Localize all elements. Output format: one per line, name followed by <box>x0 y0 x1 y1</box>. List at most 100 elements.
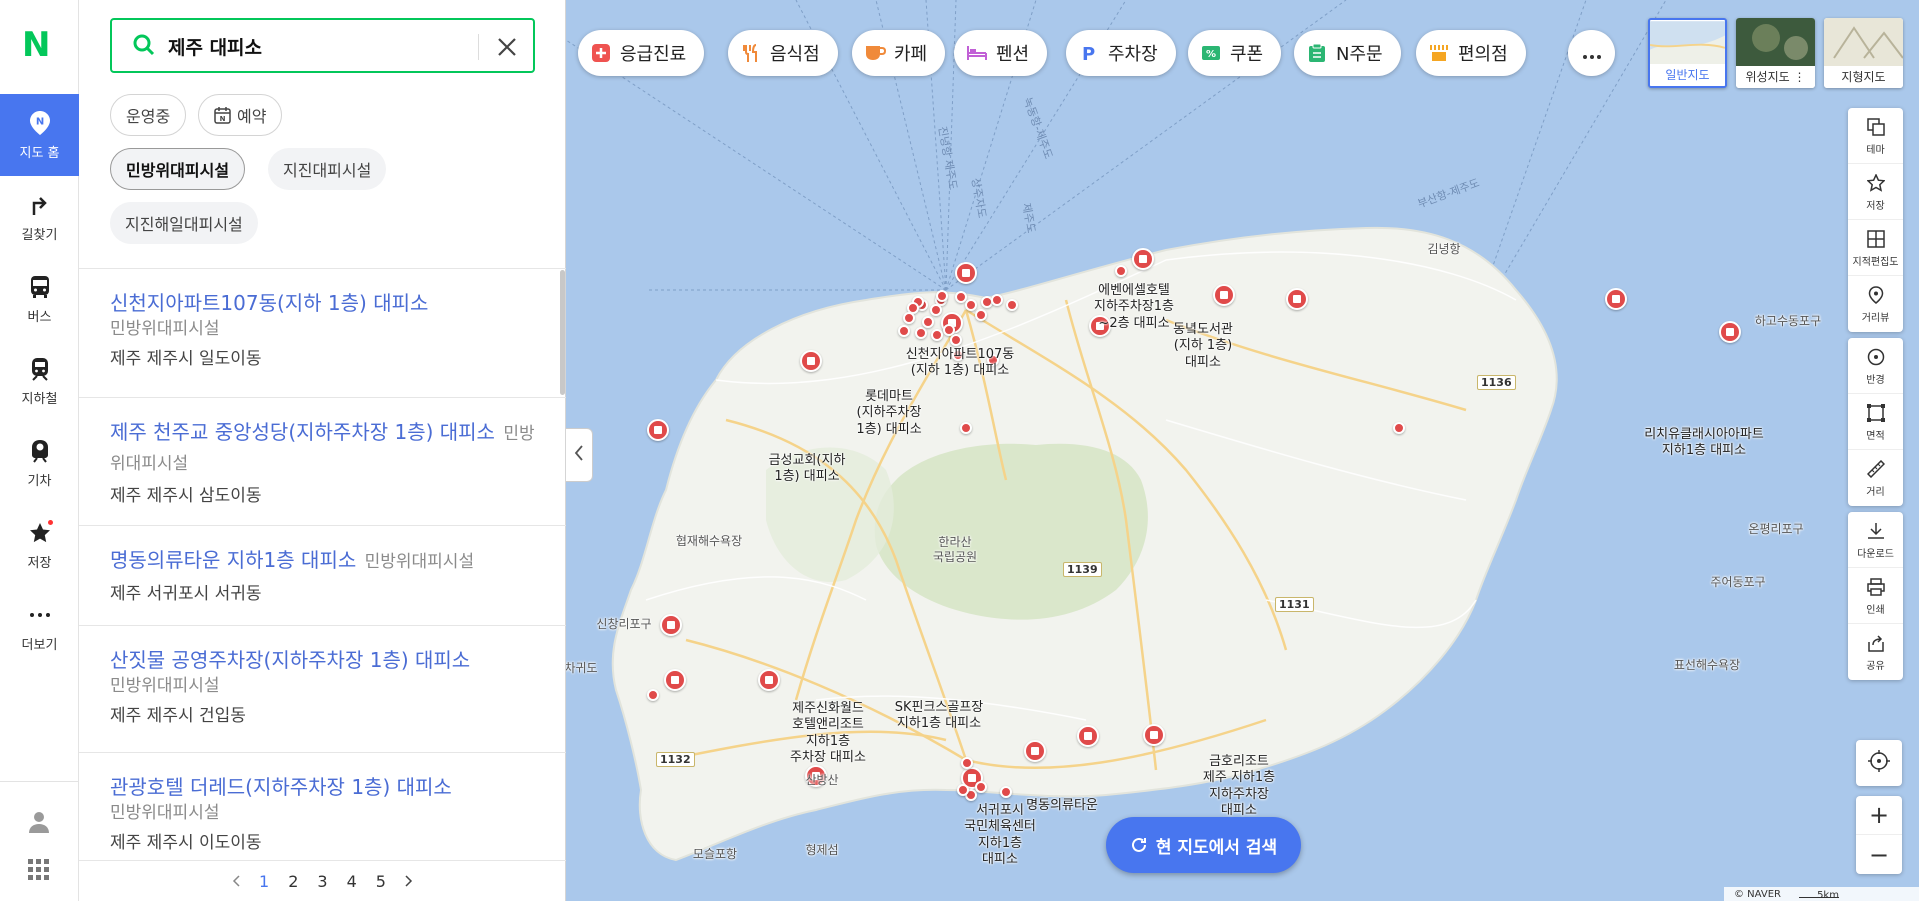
result-name[interactable]: 명동의류타운 지하1층 대피소 <box>110 548 356 572</box>
maptype-satellite[interactable]: 위성지도 ⋮ <box>1736 18 1815 88</box>
nav-item-more[interactable]: 더보기 <box>0 586 79 668</box>
nav-item-bus[interactable]: 버스 <box>0 258 79 340</box>
shelter-marker[interactable] <box>647 419 669 441</box>
clear-search-icon[interactable] <box>492 32 522 62</box>
shelter-marker-small[interactable] <box>961 757 973 769</box>
shelter-marker[interactable] <box>1077 725 1099 747</box>
page-link-5[interactable]: 5 <box>376 872 386 891</box>
page-link-3[interactable]: 3 <box>317 872 327 891</box>
shelter-marker[interactable] <box>1143 724 1165 746</box>
filter-tsunami-chip[interactable]: 지진해일대피시설 <box>110 202 258 244</box>
map-canvas[interactable] <box>566 0 1919 901</box>
result-name[interactable]: 신천지아파트107동(지하 1층) 대피소 <box>110 289 535 317</box>
category-coupon-button[interactable]: % 쿠폰 <box>1188 30 1282 76</box>
shelter-marker[interactable] <box>1089 315 1111 337</box>
shelter-marker-small[interactable] <box>1000 786 1012 798</box>
next-page-icon[interactable] <box>405 872 413 891</box>
shelter-marker-small[interactable] <box>922 316 934 328</box>
shelter-marker[interactable] <box>1024 740 1046 762</box>
result-name[interactable]: 관광호텔 더레드(지하주차장 1층) 대피소 <box>110 773 535 801</box>
share-tool[interactable]: 공유 <box>1848 624 1903 680</box>
filter-open-now-chip[interactable]: 운영중 <box>110 94 187 136</box>
shelter-marker[interactable] <box>664 669 686 691</box>
category-pension-button[interactable]: 펜션 <box>954 30 1048 76</box>
results-scrollbar[interactable] <box>560 270 565 395</box>
result-item[interactable]: 명동의류타운 지하1층 대피소 민방위대피시설 제주 서귀포시 서귀동 <box>79 526 566 626</box>
map-view[interactable]: 응급진료 음식점 카페 펜션 P 주차장 % 쿠폰 N주문 편의점 일반지도 위… <box>566 0 1919 901</box>
category-parking-button[interactable]: P 주차장 <box>1066 30 1176 76</box>
shelter-marker[interactable] <box>805 765 827 787</box>
result-item[interactable]: 산짓물 공영주차장(지하주차장 1층) 대피소 민방위대피시설 제주 제주시 건… <box>79 626 566 753</box>
nav-item-subway[interactable]: 지하철 <box>0 340 79 422</box>
save-tool[interactable]: 저장 <box>1848 164 1903 220</box>
result-item[interactable]: 제주 천주교 중앙성당(지하주차장 1층) 대피소 민방위대피시설 제주 제주시… <box>79 398 566 526</box>
area-tool[interactable]: 면적 <box>1848 394 1903 450</box>
print-tool[interactable]: 인쇄 <box>1848 568 1903 624</box>
shelter-marker-small[interactable] <box>965 299 977 311</box>
shelter-marker[interactable] <box>1605 288 1627 310</box>
shelter-marker[interactable] <box>1213 284 1235 306</box>
shelter-marker-small[interactable] <box>1393 422 1405 434</box>
zoom-out-button[interactable]: − <box>1856 835 1902 874</box>
maptype-normal[interactable]: 일반지도 <box>1648 18 1727 88</box>
shelter-marker[interactable] <box>1286 288 1308 310</box>
current-location-button[interactable] <box>1856 740 1902 786</box>
radius-tool[interactable]: 반경 <box>1848 338 1903 394</box>
shelter-marker[interactable] <box>955 262 977 284</box>
download-tool[interactable]: 다운로드 <box>1848 512 1903 568</box>
streetview-tool[interactable]: 거리뷰 <box>1848 276 1903 332</box>
shelter-marker-small[interactable] <box>960 422 972 434</box>
category-restaurant-button[interactable]: 음식점 <box>728 30 838 76</box>
search-input[interactable] <box>168 31 468 61</box>
nav-item-saved[interactable]: 저장 <box>0 504 79 586</box>
maptype-terrain[interactable]: 지형지도 <box>1824 18 1903 88</box>
shelter-marker-small[interactable] <box>898 325 910 337</box>
shelter-marker-small[interactable] <box>975 309 987 321</box>
nav-item-map-home[interactable]: N 지도 홈 <box>0 94 79 176</box>
zoom-in-button[interactable]: + <box>1856 796 1902 835</box>
shelter-marker[interactable] <box>758 669 780 691</box>
shelter-marker[interactable] <box>1132 248 1154 270</box>
shelter-marker-small[interactable] <box>975 781 987 793</box>
category-convenience-button[interactable]: 편의점 <box>1416 30 1526 76</box>
shelter-marker-small[interactable] <box>987 354 999 366</box>
shelter-marker-small[interactable] <box>991 294 1003 306</box>
shelter-marker-small[interactable] <box>915 327 927 339</box>
filter-reserve-chip[interactable]: N 예약 <box>198 94 283 136</box>
result-name[interactable]: 제주 천주교 중앙성당(지하주차장 1층) 대피소 <box>110 420 495 444</box>
page-link-4[interactable]: 4 <box>347 872 357 891</box>
distance-tool[interactable]: 거리 <box>1848 450 1903 506</box>
shelter-marker-small[interactable] <box>903 312 915 324</box>
shelter-marker[interactable] <box>1719 321 1741 343</box>
shelter-marker-small[interactable] <box>952 349 964 361</box>
shelter-marker-small[interactable] <box>1115 265 1127 277</box>
nav-item-directions[interactable]: 길찾기 <box>0 176 79 258</box>
shelter-marker-small[interactable] <box>957 784 969 796</box>
shelter-marker[interactable] <box>800 350 822 372</box>
prev-page-icon[interactable] <box>232 872 240 891</box>
naver-logo[interactable]: N <box>22 28 56 62</box>
shelter-marker[interactable] <box>660 614 682 636</box>
collapse-panel-button[interactable] <box>566 428 593 482</box>
shelter-marker-small[interactable] <box>1006 299 1018 311</box>
search-this-area-button[interactable]: 현 지도에서 검색 <box>1106 817 1301 873</box>
shelter-marker-small[interactable] <box>647 689 659 701</box>
shelter-marker-small[interactable] <box>950 334 962 346</box>
theme-tool[interactable]: 테마 <box>1848 108 1903 164</box>
user-icon[interactable] <box>27 810 51 838</box>
nav-item-train[interactable]: 기차 <box>0 422 79 504</box>
shelter-marker-small[interactable] <box>931 329 943 341</box>
result-item[interactable]: 관광호텔 더레드(지하주차장 1층) 대피소 민방위대피시설 제주 제주시 이도… <box>79 753 566 859</box>
category-emergency-button[interactable]: 응급진료 <box>578 30 705 76</box>
page-link-1[interactable]: 1 <box>259 872 269 891</box>
filter-civil-defense-chip[interactable]: 민방위대피시설 <box>110 148 246 190</box>
result-item[interactable]: 신천지아파트107동(지하 1층) 대피소 민방위대피시설 제주 제주시 일도이… <box>79 269 566 398</box>
filter-earthquake-chip[interactable]: 지진대피시설 <box>268 148 387 190</box>
shelter-marker-small[interactable] <box>930 304 942 316</box>
page-link-2[interactable]: 2 <box>288 872 298 891</box>
category-norder-button[interactable]: N주문 <box>1294 30 1401 76</box>
shelter-marker-small[interactable] <box>936 290 948 302</box>
result-name[interactable]: 산짓물 공영주차장(지하주차장 1층) 대피소 <box>110 646 535 674</box>
more-categories-button[interactable] <box>1568 30 1615 76</box>
apps-grid-icon[interactable] <box>28 859 50 885</box>
